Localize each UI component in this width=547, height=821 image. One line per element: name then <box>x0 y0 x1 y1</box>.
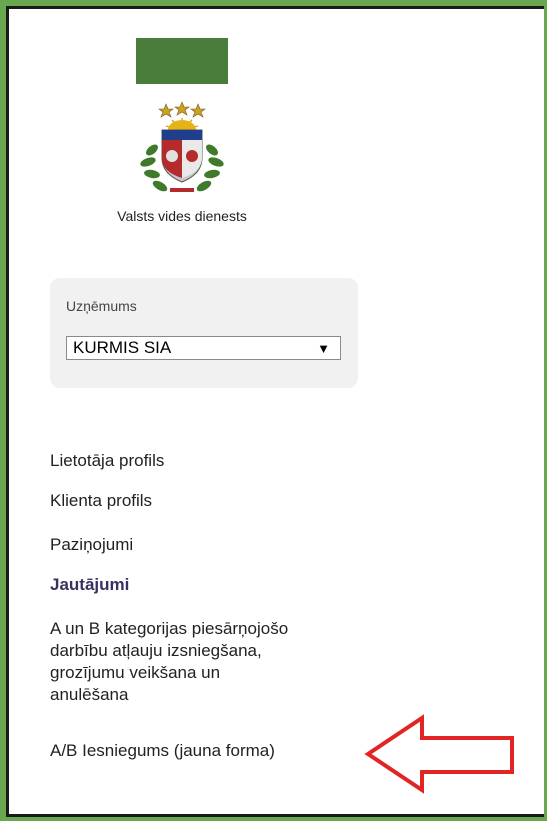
dropdown-arrow-icon: ▼ <box>317 341 330 356</box>
red-arrow-left-icon <box>364 714 514 794</box>
nav-item-ab-permits-line-4: anulēšana <box>50 685 129 704</box>
green-banner <box>136 38 228 84</box>
nav-item-client-profile[interactable]: Klienta profils <box>50 490 152 512</box>
nav-item-ab-application[interactable]: A/B Iesniegums (jauna forma) <box>50 740 275 762</box>
company-select-value: KURMIS SIA <box>73 338 172 357</box>
nav-item-ab-permits-line-3: grozījumu veikšana un <box>50 663 221 682</box>
nav-item-ab-permits-line-1: A un B kategorijas piesārņojošo <box>50 619 289 638</box>
nav-item-user-profile[interactable]: Lietotāja profils <box>50 450 164 472</box>
nav-item-ab-permits-line-2: darbību atļauju izsniegšana, <box>50 641 262 660</box>
company-selector-panel: Uzņēmums KURMIS SIA ▼ <box>50 278 358 388</box>
nav-item-notifications[interactable]: Paziņojumi <box>50 534 133 556</box>
nav-item-ab-permits[interactable]: A un B kategorijas piesārņojošo darbību … <box>50 618 288 706</box>
nav-item-questions[interactable]: Jautājumi <box>50 574 129 596</box>
coat-of-arms-icon <box>140 101 224 194</box>
brand-name: Valsts vides dienests <box>117 208 247 224</box>
company-label: Uzņēmums <box>66 298 137 314</box>
company-select[interactable]: KURMIS SIA ▼ <box>66 336 341 360</box>
